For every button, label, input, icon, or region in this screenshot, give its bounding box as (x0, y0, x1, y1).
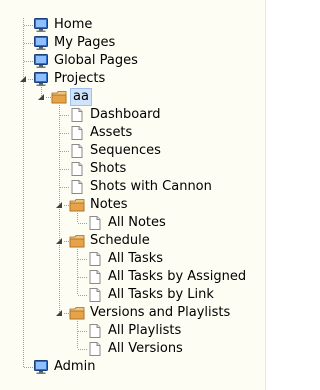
collapse-toggle-icon[interactable] (19, 75, 28, 84)
tree-item-sequences[interactable]: Sequences (69, 142, 163, 160)
tree-item-label: All Versions (108, 341, 183, 356)
tree-item-all-tasks-by-link[interactable]: All Tasks by Link (87, 286, 216, 304)
monitor-icon (34, 36, 48, 50)
tree-item-schedule[interactable]: Schedule (69, 232, 152, 250)
folder-icon (69, 235, 85, 248)
document-icon (89, 288, 101, 302)
collapse-toggle-icon[interactable] (55, 237, 64, 246)
tree-item-label: Sequences (90, 143, 161, 158)
tree-item-all-playlists[interactable]: All Playlists (87, 322, 183, 340)
folder-icon (69, 307, 85, 320)
tree-item-label: Notes (90, 197, 128, 212)
tree-item-label: All Tasks by Link (108, 287, 214, 302)
tree-item-label: Projects (54, 71, 106, 86)
tree-item-label: Schedule (90, 233, 150, 248)
tree-item-all-tasks[interactable]: All Tasks (87, 250, 165, 268)
tree-item-label: aa (70, 88, 92, 106)
document-icon (89, 342, 101, 356)
collapse-toggle-icon[interactable] (55, 309, 64, 318)
tree-item-label: Dashboard (90, 107, 161, 122)
tree-item-home[interactable]: Home (33, 16, 94, 34)
tree-item-projects[interactable]: Projects (33, 70, 107, 88)
tree-item-admin[interactable]: Admin (33, 358, 97, 376)
tree-item-label: Assets (90, 125, 133, 140)
tree-item-label: All Notes (108, 215, 166, 230)
tree-item-assets[interactable]: Assets (69, 124, 134, 142)
tree-item-shots-with-cannon[interactable]: Shots with Cannon (69, 178, 214, 196)
tree-item-label: Shots (90, 161, 127, 176)
document-icon (89, 324, 101, 338)
tree-item-label: Global Pages (54, 53, 138, 68)
document-icon (71, 144, 83, 158)
document-icon (71, 162, 83, 176)
tree-item-all-tasks-by-assigned[interactable]: All Tasks by Assigned (87, 268, 248, 286)
tree-item-project-aa[interactable]: aa (51, 88, 92, 106)
collapse-toggle-icon[interactable] (37, 93, 46, 102)
folder-icon (51, 91, 67, 104)
folder-icon (69, 199, 85, 212)
tree-item-all-versions[interactable]: All Versions (87, 340, 185, 358)
tree-item-label: Versions and Playlists (90, 305, 231, 320)
monitor-icon (34, 18, 48, 32)
monitor-icon (34, 72, 48, 86)
collapse-toggle-icon[interactable] (55, 201, 64, 210)
navigation-tree-panel: Home My Pages Global Pages Projects aa D… (0, 0, 266, 390)
tree-item-my-pages[interactable]: My Pages (33, 34, 117, 52)
tree-item-label: Admin (54, 359, 96, 374)
tree-item-global-pages[interactable]: Global Pages (33, 52, 140, 70)
tree-item-all-notes[interactable]: All Notes (87, 214, 168, 232)
tree-item-label: All Tasks by Assigned (108, 269, 247, 284)
tree-item-label: All Tasks (108, 251, 164, 266)
document-icon (71, 180, 83, 194)
document-icon (71, 108, 83, 122)
tree-item-label: Shots with Cannon (90, 179, 212, 194)
tree-item-dashboard[interactable]: Dashboard (69, 106, 163, 124)
tree-item-shots[interactable]: Shots (69, 160, 128, 178)
monitor-icon (34, 54, 48, 68)
document-icon (89, 252, 101, 266)
tree-item-notes[interactable]: Notes (69, 196, 130, 214)
document-icon (89, 216, 101, 230)
document-icon (71, 126, 83, 140)
tree-item-label: My Pages (54, 35, 116, 50)
tree-item-label: Home (54, 17, 93, 32)
tree-item-label: All Playlists (108, 323, 182, 338)
tree-item-versions-and-playlists[interactable]: Versions and Playlists (69, 304, 232, 322)
document-icon (89, 270, 101, 284)
monitor-icon (34, 360, 48, 374)
